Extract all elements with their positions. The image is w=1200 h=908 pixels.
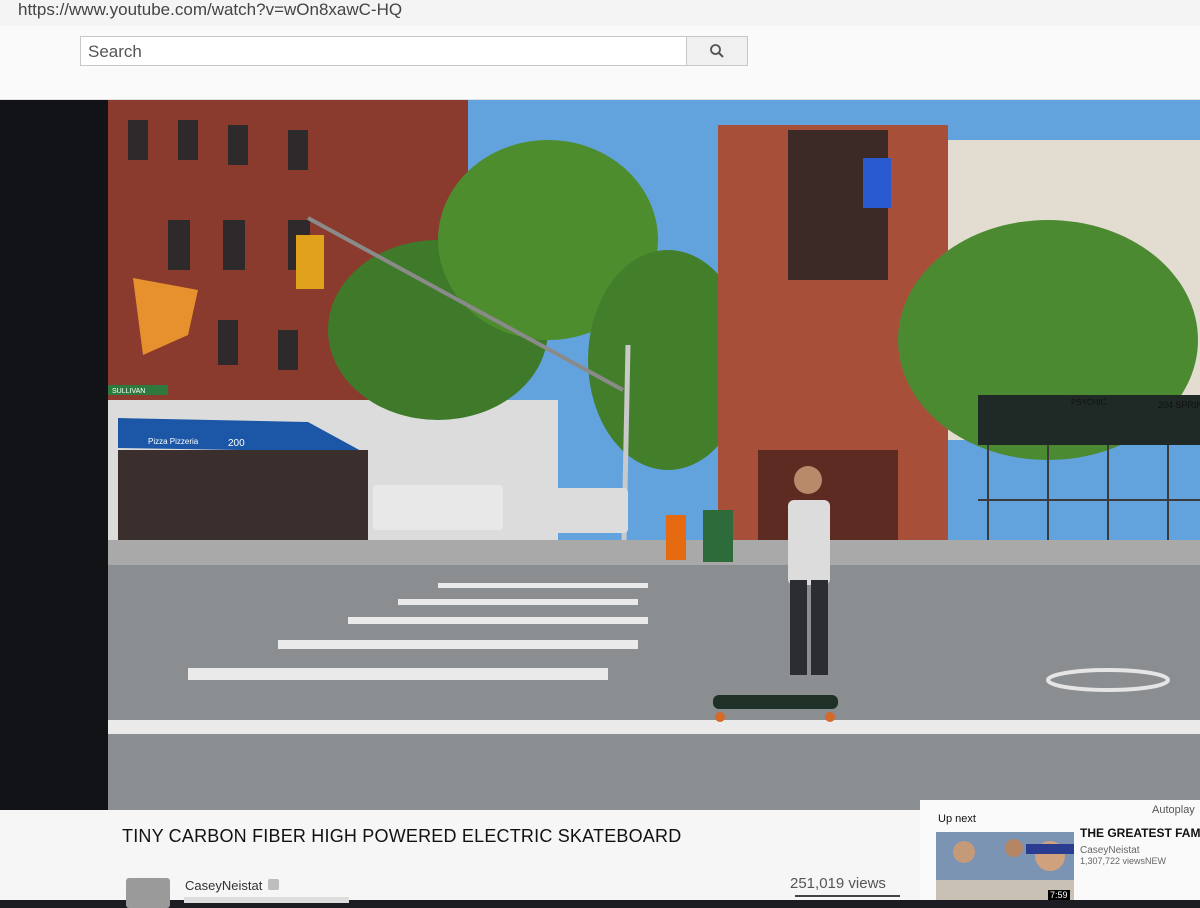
street-sign: SULLIVAN — [112, 388, 145, 395]
video-player[interactable]: 200 Pizza Pizzeria 204 SPRIN PSYCHIC SUL… — [108, 100, 1200, 810]
sentiment-bar — [795, 895, 900, 897]
search-input[interactable]: Search — [80, 36, 686, 66]
view-count: 251,019 views — [790, 875, 886, 892]
recommended-duration: 7:59 — [1048, 890, 1070, 900]
verified-icon — [268, 879, 279, 890]
page-left-margin — [0, 100, 108, 830]
search-button[interactable] — [686, 36, 748, 66]
corner-sign-1: 204 SPRIN — [1158, 400, 1200, 410]
channel-avatar[interactable] — [126, 878, 170, 908]
awning-number: 200 — [228, 438, 245, 449]
up-next-label: Up next — [938, 813, 976, 825]
recommended-channel: CaseyNeistat — [1080, 845, 1140, 856]
subscribe-area[interactable] — [184, 897, 349, 903]
search-placeholder: Search — [88, 42, 142, 61]
url-text: https://www.youtube.com/watch?v=wOn8xawC… — [18, 0, 403, 19]
channel-name[interactable]: CaseyNeistat — [185, 878, 262, 893]
video-frame: 200 Pizza Pizzeria 204 SPRIN PSYCHIC SUL… — [108, 100, 1200, 810]
video-title: TINY CARBON FIBER HIGH POWERED ELECTRIC … — [122, 826, 682, 846]
address-bar[interactable]: https://www.youtube.com/watch?v=wOn8xawC… — [0, 0, 1200, 26]
youtube-header: Search — [0, 26, 1200, 100]
search-icon — [710, 44, 724, 58]
autoplay-toggle-label[interactable]: Autoplay — [1152, 804, 1195, 816]
recommended-title[interactable]: THE GREATEST FAMILY — [1080, 826, 1200, 840]
recommended-new-badge: NEW — [1145, 856, 1166, 866]
recommended-views: 1,307,722 views — [1080, 856, 1146, 866]
awning-sign: Pizza Pizzeria — [148, 437, 199, 446]
corner-sign-2: PSYCHIC — [1071, 398, 1107, 407]
